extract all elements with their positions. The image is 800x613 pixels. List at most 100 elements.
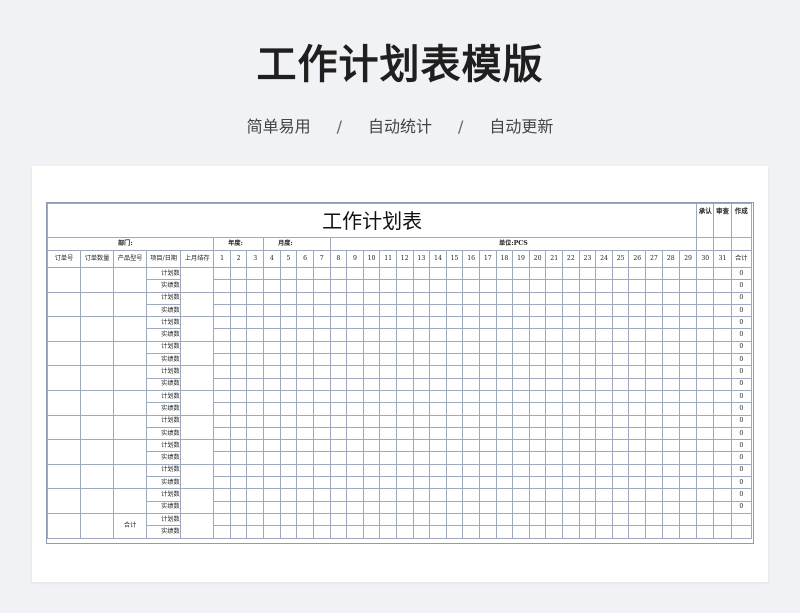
day-cell[interactable] bbox=[528, 377, 547, 391]
day-cell[interactable] bbox=[445, 426, 464, 441]
day-cell[interactable] bbox=[661, 512, 680, 527]
day-cell[interactable] bbox=[279, 500, 298, 514]
day-cell[interactable] bbox=[263, 512, 281, 527]
day-cell[interactable] bbox=[678, 512, 698, 527]
day-cell[interactable] bbox=[312, 525, 331, 539]
day-cell[interactable] bbox=[379, 353, 397, 367]
day-cell[interactable] bbox=[595, 303, 613, 318]
day-cell[interactable] bbox=[395, 389, 414, 404]
day-cell[interactable] bbox=[512, 389, 530, 404]
day-cell[interactable] bbox=[329, 303, 348, 318]
day-cell[interactable] bbox=[346, 512, 364, 527]
day-cell[interactable] bbox=[645, 303, 663, 318]
day-cell[interactable] bbox=[628, 389, 647, 404]
day-cell[interactable] bbox=[429, 353, 447, 367]
day-cell[interactable] bbox=[462, 488, 480, 502]
day-cell[interactable] bbox=[678, 500, 698, 514]
day-cell[interactable] bbox=[279, 426, 298, 441]
day-cell[interactable] bbox=[528, 476, 547, 490]
day-cell[interactable] bbox=[296, 426, 314, 441]
day-cell[interactable] bbox=[478, 279, 497, 293]
day-cell[interactable] bbox=[312, 291, 331, 305]
day-cell[interactable] bbox=[696, 525, 715, 539]
day-cell[interactable] bbox=[512, 340, 530, 355]
day-cell[interactable] bbox=[395, 500, 414, 514]
day-cell[interactable] bbox=[462, 328, 480, 342]
day-cell[interactable] bbox=[329, 525, 348, 539]
day-cell[interactable] bbox=[512, 525, 530, 539]
day-cell[interactable] bbox=[296, 291, 314, 305]
day-cell[interactable] bbox=[545, 488, 564, 502]
day-cell[interactable] bbox=[329, 426, 348, 441]
day-cell[interactable] bbox=[445, 353, 464, 367]
day-cell[interactable] bbox=[362, 279, 381, 293]
day-cell[interactable] bbox=[462, 291, 480, 305]
day-cell[interactable] bbox=[611, 426, 630, 441]
day-cell[interactable] bbox=[696, 402, 715, 416]
day-cell[interactable] bbox=[279, 414, 298, 428]
day-cell[interactable] bbox=[645, 451, 663, 465]
day-cell[interactable] bbox=[246, 365, 265, 379]
day-cell[interactable] bbox=[478, 488, 497, 502]
day-cell[interactable] bbox=[495, 439, 514, 453]
day-cell[interactable] bbox=[346, 426, 364, 441]
day-cell[interactable] bbox=[578, 512, 597, 527]
day-cell[interactable] bbox=[661, 377, 680, 391]
day-cell[interactable] bbox=[678, 377, 698, 391]
day-cell[interactable] bbox=[395, 512, 414, 527]
day-cell[interactable] bbox=[713, 303, 732, 318]
day-cell[interactable] bbox=[645, 291, 663, 305]
day-cell[interactable] bbox=[645, 500, 663, 514]
order-qty-cell[interactable] bbox=[80, 316, 115, 342]
day-cell[interactable] bbox=[412, 328, 431, 342]
day-cell[interactable] bbox=[545, 402, 564, 416]
day-cell[interactable] bbox=[611, 353, 630, 367]
day-cell[interactable] bbox=[312, 377, 331, 391]
day-cell[interactable] bbox=[678, 414, 698, 428]
product-model-cell[interactable] bbox=[113, 340, 148, 367]
day-cell[interactable] bbox=[696, 476, 715, 490]
day-cell[interactable] bbox=[512, 365, 530, 379]
day-cell[interactable] bbox=[263, 389, 281, 404]
day-cell[interactable] bbox=[578, 463, 597, 478]
day-cell[interactable] bbox=[395, 279, 414, 293]
day-cell[interactable] bbox=[545, 426, 564, 441]
day-cell[interactable] bbox=[445, 525, 464, 539]
day-cell[interactable] bbox=[495, 328, 514, 342]
day-cell[interactable] bbox=[229, 426, 248, 441]
day-cell[interactable] bbox=[429, 463, 447, 478]
day-cell[interactable] bbox=[229, 266, 248, 281]
day-cell[interactable] bbox=[696, 451, 715, 465]
day-cell[interactable] bbox=[229, 402, 248, 416]
day-cell[interactable] bbox=[296, 389, 314, 404]
day-cell[interactable] bbox=[329, 476, 348, 490]
day-cell[interactable] bbox=[213, 512, 231, 527]
day-cell[interactable] bbox=[362, 476, 381, 490]
day-cell[interactable] bbox=[412, 476, 431, 490]
day-cell[interactable] bbox=[528, 303, 547, 318]
day-cell[interactable] bbox=[329, 488, 348, 502]
day-cell[interactable] bbox=[296, 316, 314, 330]
day-cell[interactable] bbox=[713, 426, 732, 441]
day-cell[interactable] bbox=[329, 500, 348, 514]
day-cell[interactable] bbox=[512, 402, 530, 416]
day-cell[interactable] bbox=[645, 340, 663, 355]
day-cell[interactable] bbox=[713, 316, 732, 330]
day-cell[interactable] bbox=[395, 328, 414, 342]
day-cell[interactable] bbox=[362, 389, 381, 404]
product-model-cell[interactable] bbox=[113, 365, 148, 391]
day-cell[interactable] bbox=[445, 316, 464, 330]
day-cell[interactable] bbox=[661, 266, 680, 281]
day-cell[interactable] bbox=[412, 426, 431, 441]
day-cell[interactable] bbox=[229, 476, 248, 490]
day-cell[interactable] bbox=[562, 414, 580, 428]
day-cell[interactable] bbox=[478, 439, 497, 453]
day-cell[interactable] bbox=[412, 389, 431, 404]
day-cell[interactable] bbox=[362, 402, 381, 416]
day-cell[interactable] bbox=[611, 439, 630, 453]
day-cell[interactable] bbox=[429, 279, 447, 293]
day-cell[interactable] bbox=[462, 500, 480, 514]
day-cell[interactable] bbox=[611, 414, 630, 428]
day-cell[interactable] bbox=[495, 512, 514, 527]
day-cell[interactable] bbox=[312, 266, 331, 281]
